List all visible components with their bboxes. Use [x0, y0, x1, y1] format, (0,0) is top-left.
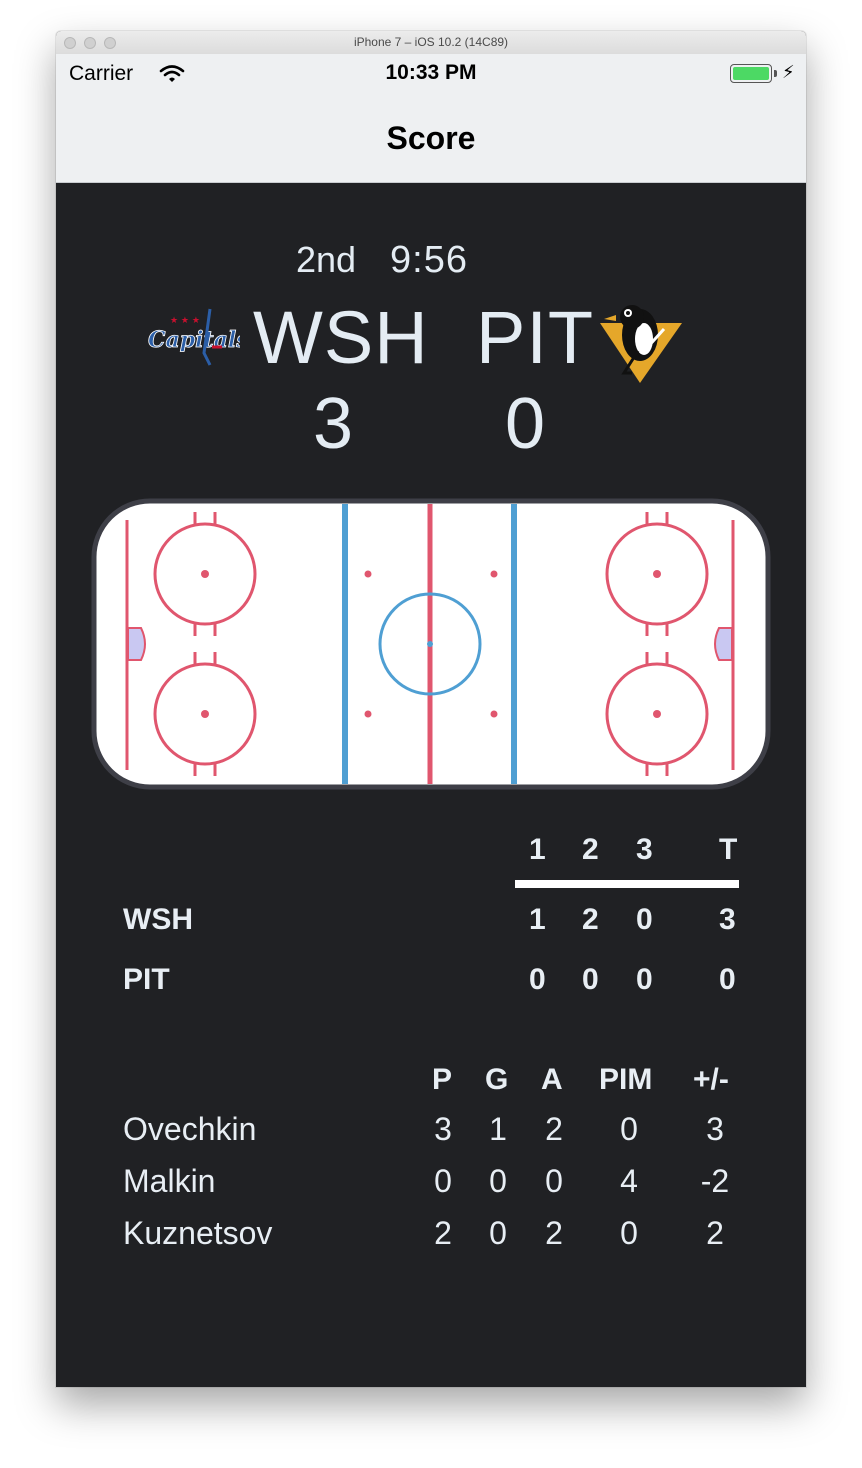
- capitals-logo: ★ ★ ★ Capitals: [148, 308, 240, 366]
- away-score: 0: [505, 384, 546, 464]
- period-score: 0: [636, 903, 653, 936]
- period-header-divider: [515, 880, 739, 888]
- window-titlebar: iPhone 7 – iOS 10.2 (14C89): [56, 31, 806, 55]
- player-stat: 3: [434, 1111, 452, 1147]
- penguins-logo: [600, 305, 682, 383]
- stat-header-assists: A: [541, 1063, 563, 1096]
- crease-right: [714, 627, 733, 661]
- period-header-total: T: [719, 833, 738, 866]
- home-team-abbr: WSH: [253, 296, 429, 379]
- period-total: 3: [719, 903, 736, 936]
- player-stat: 2: [706, 1215, 724, 1251]
- hockey-rink: [91, 498, 771, 790]
- player-name: Malkin: [123, 1163, 216, 1199]
- period-score: 0: [529, 963, 546, 996]
- game-period: 2nd: [296, 239, 357, 280]
- period-header-3: 3: [636, 833, 653, 866]
- score-screen: 2nd 9:56 ★ ★ ★ Capitals WSH PIT 3 0 1 2 …: [56, 183, 806, 1387]
- period-row-team: PIT: [123, 963, 170, 996]
- stat-header-pim: PIM: [599, 1063, 653, 1096]
- player-stat: 0: [489, 1163, 507, 1199]
- period-row-team: WSH: [123, 903, 193, 936]
- player-stat: -2: [700, 1163, 730, 1199]
- player-stat: 1: [489, 1111, 507, 1147]
- window-title: iPhone 7 – iOS 10.2 (14C89): [353, 35, 509, 49]
- svg-text:★ ★ ★: ★ ★ ★: [170, 316, 200, 326]
- player-stat: 2: [545, 1111, 563, 1147]
- player-stat: 2: [545, 1215, 563, 1251]
- period-score: 1: [529, 903, 546, 936]
- stat-header-goals: G: [485, 1063, 509, 1096]
- period-header-1: 1: [529, 833, 546, 866]
- home-score: 3: [313, 384, 354, 464]
- simulator-window: iPhone 7 – iOS 10.2 (14C89) Carrier 10:3…: [56, 31, 806, 1387]
- player-stat: 3: [706, 1111, 724, 1147]
- status-time: 10:33 PM: [385, 61, 477, 84]
- period-score: 0: [636, 963, 653, 996]
- player-stat: 0: [545, 1163, 563, 1199]
- navigation-bar: Score: [56, 94, 806, 183]
- period-header-2: 2: [582, 833, 599, 866]
- battery-icon: [730, 64, 772, 83]
- crease-left: [127, 627, 146, 661]
- charging-icon: ⚡: [782, 62, 795, 82]
- player-stat: 0: [620, 1215, 638, 1251]
- stat-header-plus-minus: +/-: [693, 1063, 729, 1096]
- player-stat: 2: [434, 1215, 452, 1251]
- player-name: Ovechkin: [123, 1111, 257, 1147]
- nav-title: Score: [386, 120, 476, 156]
- game-clock: 9:56: [390, 239, 468, 281]
- player-name: Kuznetsov: [123, 1215, 273, 1251]
- ios-status-bar: Carrier 10:33 PM ⚡: [56, 54, 806, 94]
- period-total: 0: [719, 963, 736, 996]
- period-score: 0: [582, 963, 599, 996]
- player-stat: 0: [620, 1111, 638, 1147]
- player-stat: 4: [620, 1163, 638, 1199]
- player-stat: 0: [489, 1215, 507, 1251]
- player-stat: 0: [434, 1163, 452, 1199]
- stat-header-points: P: [432, 1063, 453, 1096]
- svg-text:Capitals: Capitals: [148, 327, 240, 353]
- battery-tip: [774, 70, 777, 77]
- period-score: 2: [582, 903, 599, 936]
- away-team-abbr: PIT: [476, 296, 595, 379]
